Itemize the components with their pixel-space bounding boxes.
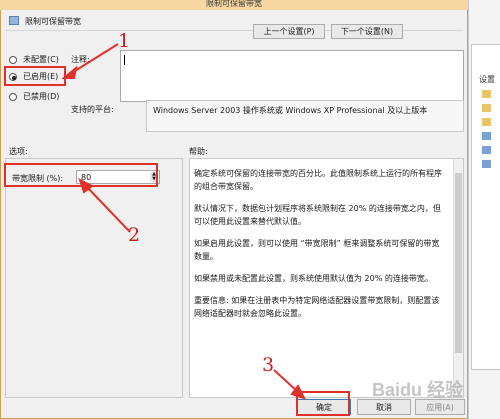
watermark: Baidu 经验 <box>372 380 464 400</box>
arrow-1 <box>61 43 119 79</box>
annotation-number-3: 3 <box>262 354 275 376</box>
annotation-number-2: 2 <box>128 224 141 246</box>
annotation-arrows <box>61 43 306 400</box>
arrow-2 <box>78 178 131 233</box>
annotation-number-1: 1 <box>118 30 131 52</box>
arrow-3 <box>273 369 306 400</box>
